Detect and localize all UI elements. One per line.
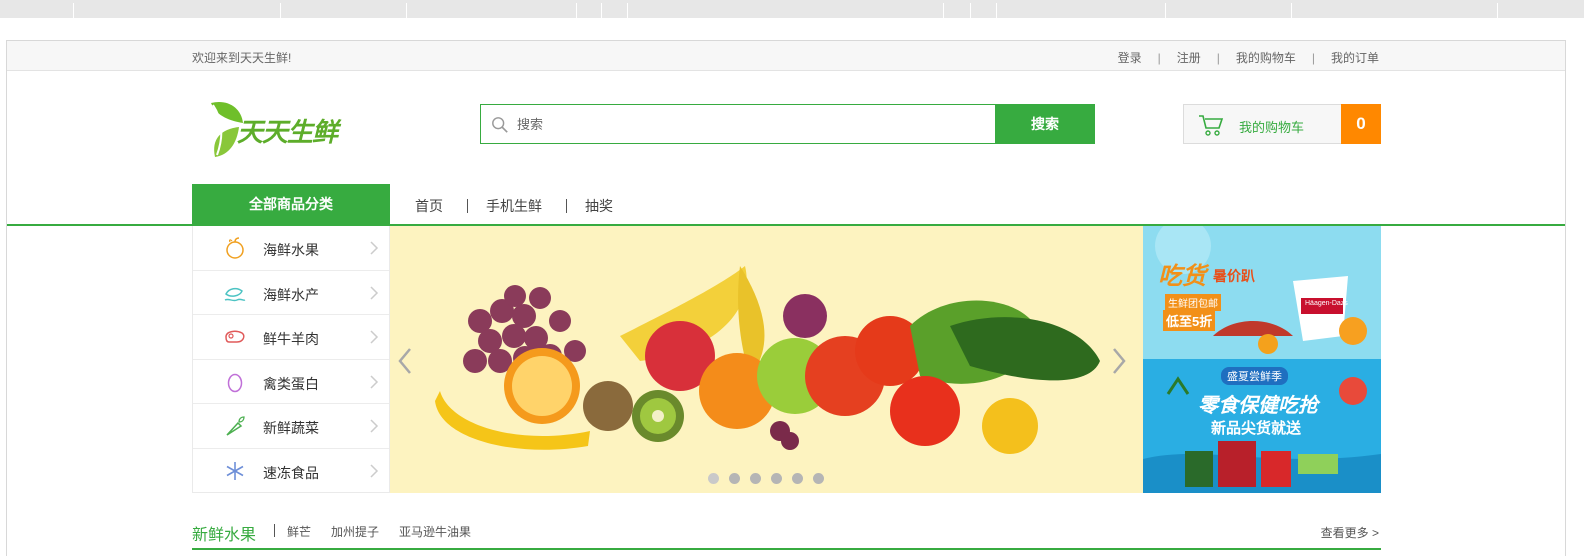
section-tags: 鲜芒 加州提子 亚马逊牛油果	[287, 523, 491, 540]
banner-next-arrow-icon[interactable]	[1109, 346, 1129, 376]
ad2-headline: 零食保健吃抢	[1198, 395, 1318, 417]
category-label: 鲜牛羊肉	[263, 331, 319, 347]
side-ad-summer-deal[interactable]: 吃货 暑价趴 生鲜团包邮 低至5折 Häagen-Dazs	[1143, 226, 1381, 359]
cart-label: 我的购物车	[1239, 120, 1305, 135]
view-more-link[interactable]: 查看更多 >	[1321, 524, 1379, 541]
register-link[interactable]: 注册	[1177, 49, 1201, 66]
my-orders-link[interactable]: 我的订单	[1331, 49, 1379, 66]
page-frame: 欢迎来到天天生鲜! 登录 | 注册 | 我的购物车 | 我的订单 天天生鲜 搜索	[6, 40, 1566, 556]
tab-divider	[970, 3, 971, 18]
search-box	[480, 104, 995, 144]
user-links: 登录 | 注册 | 我的购物车 | 我的订单	[1118, 49, 1379, 66]
section-underline	[192, 548, 1381, 550]
tab-divider	[576, 3, 577, 18]
summer-deal-ad-image	[1143, 226, 1381, 359]
category-label: 禽类蛋白	[263, 375, 319, 392]
fruit-banner-image	[435, 266, 1100, 454]
ad1-discount: 低至5折	[1163, 310, 1216, 331]
tab-divider	[73, 3, 74, 18]
chevron-right-icon	[370, 330, 379, 344]
category-item-beef-lamb[interactable]: 鲜牛羊肉	[193, 315, 389, 360]
tab-divider	[943, 3, 944, 18]
banner-prev-arrow-icon[interactable]	[395, 346, 415, 376]
ad2-subline: 新品尖货就送	[1211, 420, 1302, 437]
vegetable-icon	[226, 416, 245, 436]
browser-tab-strip	[0, 0, 1584, 18]
welcome-text: 欢迎来到天天生鲜!	[192, 51, 292, 65]
category-item-vegetables[interactable]: 新鲜蔬菜	[193, 404, 389, 449]
ad1-headline: 吃货	[1158, 263, 1206, 290]
egg-icon	[227, 373, 243, 392]
main-nav: 首页 手机生鲜 抽奖	[415, 196, 613, 216]
cart-count-badge: 0	[1341, 104, 1381, 144]
tab-divider	[280, 3, 281, 18]
separator: |	[1311, 50, 1315, 65]
logo-text: 天天生鲜	[237, 117, 338, 147]
chevron-right-icon	[370, 241, 379, 255]
side-ad-snacks[interactable]: 盛夏尝鲜季 零食保健吃抢 新品尖货就送	[1143, 359, 1381, 493]
shopping-cart-icon	[1199, 115, 1224, 136]
chevron-right-icon	[370, 419, 379, 433]
tab-divider	[996, 3, 997, 18]
category-item-frozen[interactable]: 速冻食品	[193, 449, 389, 494]
cart-widget[interactable]: 我的购物车 0	[1183, 104, 1381, 144]
nav-mobile-fresh[interactable]: 手机生鲜	[486, 196, 542, 216]
category-label: 速冻食品	[263, 464, 319, 481]
fruit-icon	[226, 237, 244, 259]
category-label: 海鲜水果	[263, 242, 319, 258]
carousel-dot[interactable]	[729, 473, 740, 484]
main-banner-carousel[interactable]	[390, 226, 1143, 493]
carousel-dot[interactable]	[813, 473, 824, 484]
category-list: 海鲜水果 海鲜水产 鲜牛羊肉 禽类蛋白 新鲜蔬菜 速冻食品	[192, 226, 390, 493]
site-logo[interactable]: 天天生鲜	[207, 97, 367, 161]
nav-divider	[467, 199, 468, 213]
section-tag[interactable]: 鲜芒	[287, 523, 311, 540]
category-label: 新鲜蔬菜	[263, 420, 319, 436]
section-tag[interactable]: 加州提子	[331, 523, 379, 540]
chevron-right-icon	[370, 463, 379, 478]
carousel-dot[interactable]	[750, 473, 761, 484]
nav-home[interactable]: 首页	[415, 196, 443, 216]
nav-lottery[interactable]: 抽奖	[585, 196, 613, 216]
ad2-tagline: 盛夏尝鲜季	[1221, 367, 1288, 385]
all-categories-button[interactable]: 全部商品分类	[192, 184, 390, 225]
chevron-right-icon	[370, 285, 379, 300]
section-divider	[274, 524, 275, 537]
meat-icon	[225, 330, 245, 343]
tab-divider	[627, 3, 628, 18]
seafood-icon	[224, 287, 246, 301]
section-tag[interactable]: 亚马逊牛油果	[399, 523, 471, 540]
top-header-bar: 欢迎来到天天生鲜! 登录 | 注册 | 我的购物车 | 我的订单	[7, 41, 1565, 71]
my-cart-link[interactable]: 我的购物车	[1236, 49, 1296, 66]
tab-divider	[601, 3, 602, 18]
carousel-dot[interactable]	[792, 473, 803, 484]
carousel-dots	[708, 473, 834, 484]
login-link[interactable]: 登录	[1118, 49, 1142, 66]
carousel-dot[interactable]	[708, 473, 719, 484]
nav-divider	[566, 199, 567, 213]
tab-divider	[1497, 3, 1498, 18]
category-item-poultry-eggs[interactable]: 禽类蛋白	[193, 360, 389, 404]
search-input[interactable]	[517, 114, 977, 134]
search-button[interactable]: 搜索	[995, 104, 1095, 144]
section-title[interactable]: 新鲜水果	[192, 521, 256, 545]
category-item-seafood-aquatic[interactable]: 海鲜水产	[193, 271, 389, 315]
ad1-subline: 暑价趴	[1213, 268, 1255, 284]
tab-divider	[406, 3, 407, 18]
carousel-dot[interactable]	[771, 473, 782, 484]
category-item-seafood-fruit[interactable]: 海鲜水果	[193, 226, 389, 271]
chevron-right-icon	[370, 374, 379, 389]
separator: |	[1157, 50, 1161, 65]
tab-divider	[1165, 3, 1166, 18]
separator: |	[1216, 50, 1220, 65]
search-icon	[492, 117, 508, 133]
ad1-tag: 生鲜团包邮	[1165, 294, 1221, 311]
frozen-icon	[226, 461, 244, 480]
ad1-brand: Häagen-Dazs	[1305, 300, 1348, 307]
category-label: 海鲜水产	[263, 286, 319, 303]
tab-divider	[1291, 3, 1292, 18]
